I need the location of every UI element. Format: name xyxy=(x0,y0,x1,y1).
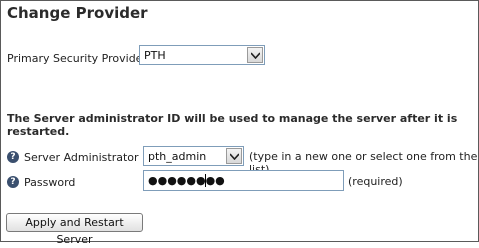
chevron-down-icon xyxy=(251,52,260,59)
dropdown-button[interactable] xyxy=(226,148,242,164)
chevron-down-icon xyxy=(230,153,239,160)
primary-provider-value: PTH xyxy=(144,49,166,62)
apply-restart-button[interactable]: Apply and Restart Server xyxy=(6,213,143,246)
help-icon[interactable]: ? xyxy=(7,151,19,163)
password-hint: (required) xyxy=(348,175,403,188)
password-masked-value: ●●●●●●●● xyxy=(148,174,225,187)
page-title: Change Provider xyxy=(7,4,148,22)
admin-id-combobox[interactable]: pth_admin xyxy=(143,146,244,166)
password-label: Password xyxy=(24,176,76,189)
change-provider-panel: Change Provider Primary Security Provide… xyxy=(0,0,479,246)
admin-id-label: Server Administrator ID xyxy=(24,151,154,164)
dropdown-button[interactable] xyxy=(247,47,263,63)
password-field[interactable]: ●●●●●●●● xyxy=(143,170,344,191)
admin-id-value: pth_admin xyxy=(148,150,207,163)
help-icon[interactable]: ? xyxy=(7,176,19,188)
primary-provider-label: Primary Security Provider: xyxy=(7,52,151,65)
text-caret xyxy=(205,174,206,187)
primary-provider-select[interactable]: PTH xyxy=(139,45,265,65)
restart-notice: The Server administrator ID will be used… xyxy=(7,112,458,138)
